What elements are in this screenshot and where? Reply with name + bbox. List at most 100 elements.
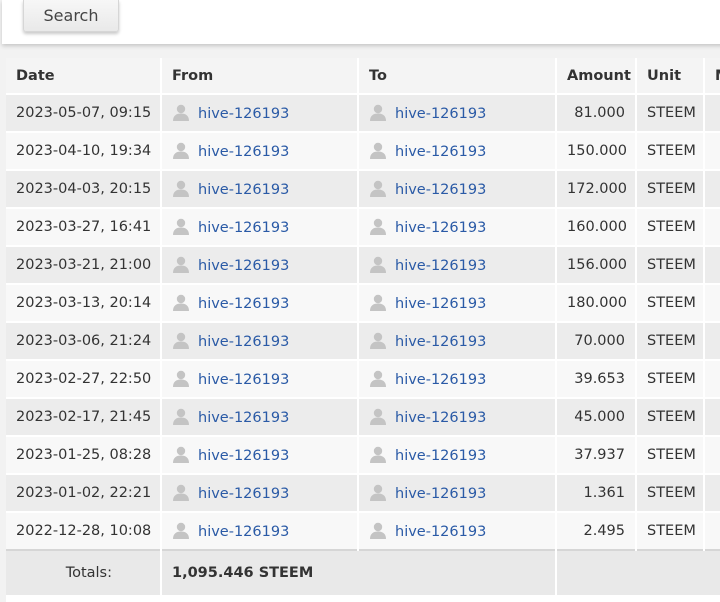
user-icon <box>369 256 387 273</box>
to-account-link[interactable]: hive-126193 <box>395 296 486 312</box>
cell-unit: STEEM <box>636 245 705 284</box>
cell-unit: STEEM <box>636 207 705 246</box>
cell-unit: STEEM <box>636 321 705 360</box>
user-icon <box>172 180 190 197</box>
cell-date: 2023-04-10, 19:34 <box>6 131 162 170</box>
cell-from: hive-126193 <box>161 473 359 512</box>
cell-to: hive-126193 <box>358 397 557 436</box>
to-account-link[interactable]: hive-126193 <box>395 334 486 350</box>
cell-to: hive-126193 <box>358 435 557 474</box>
table-body: 2023-05-07, 09:15 hive-126193 hive-126193 8… <box>6 93 720 550</box>
user-icon <box>369 370 387 387</box>
cell-memo <box>704 321 720 360</box>
table-row: 2023-03-21, 21:00 hive-126193 hive-126193 1… <box>6 245 720 284</box>
user-icon <box>172 142 190 159</box>
totals-label: Totals: <box>6 549 162 595</box>
cell-date: 2023-05-07, 09:15 <box>6 93 162 132</box>
from-account-link[interactable]: hive-126193 <box>198 410 289 426</box>
to-account-link[interactable]: hive-126193 <box>395 524 486 540</box>
from-account-link[interactable]: hive-126193 <box>198 486 289 502</box>
column-header-to[interactable]: To <box>358 58 557 94</box>
table-row: 2023-02-27, 22:50 hive-126193 hive-126193 3… <box>6 359 720 398</box>
cell-from: hive-126193 <box>161 359 359 398</box>
transfers-table: Date From To Amount Unit M 2023-05-07, 0… <box>6 58 720 595</box>
from-account-link[interactable]: hive-126193 <box>198 524 289 540</box>
cell-to: hive-126193 <box>358 245 557 284</box>
cell-unit: STEEM <box>636 473 705 512</box>
user-icon <box>172 522 190 539</box>
cell-unit: STEEM <box>636 169 705 208</box>
to-account-link[interactable]: hive-126193 <box>395 182 486 198</box>
to-account-link[interactable]: hive-126193 <box>395 372 486 388</box>
cell-memo <box>704 207 720 246</box>
cell-to: hive-126193 <box>358 93 557 132</box>
to-account-link[interactable]: hive-126193 <box>395 258 486 274</box>
cell-amount: 1.361 <box>556 473 637 512</box>
user-icon <box>172 370 190 387</box>
table-row: 2023-04-03, 20:15 hive-126193 hive-126193 1… <box>6 169 720 208</box>
cell-amount: 2.495 <box>556 511 637 550</box>
search-panel: Search <box>2 0 720 44</box>
user-icon <box>172 446 190 463</box>
cell-date: 2023-02-17, 21:45 <box>6 397 162 436</box>
cell-unit: STEEM <box>636 283 705 322</box>
cell-date: 2023-01-02, 22:21 <box>6 473 162 512</box>
to-account-link[interactable]: hive-126193 <box>395 144 486 160</box>
column-header-date[interactable]: Date <box>6 58 162 94</box>
search-button[interactable]: Search <box>23 0 119 32</box>
cell-memo <box>704 473 720 512</box>
cell-unit: STEEM <box>636 511 705 550</box>
cell-amount: 156.000 <box>556 245 637 284</box>
cell-amount: 172.000 <box>556 169 637 208</box>
table-row: 2023-03-13, 20:14 hive-126193 hive-126193 1… <box>6 283 720 322</box>
cell-date: 2023-04-03, 20:15 <box>6 169 162 208</box>
totals-row: Totals: 1,095.446 STEEM <box>6 549 720 595</box>
cell-from: hive-126193 <box>161 397 359 436</box>
from-account-link[interactable]: hive-126193 <box>198 106 289 122</box>
cell-to: hive-126193 <box>358 131 557 170</box>
column-header-memo[interactable]: M <box>704 58 720 94</box>
cell-unit: STEEM <box>636 359 705 398</box>
to-account-link[interactable]: hive-126193 <box>395 448 486 464</box>
column-header-unit[interactable]: Unit <box>636 58 705 94</box>
from-account-link[interactable]: hive-126193 <box>198 448 289 464</box>
user-icon <box>369 142 387 159</box>
cell-amount: 81.000 <box>556 93 637 132</box>
column-header-from[interactable]: From <box>161 58 359 94</box>
to-account-link[interactable]: hive-126193 <box>395 410 486 426</box>
cell-date: 2022-12-28, 10:08 <box>6 511 162 550</box>
from-account-link[interactable]: hive-126193 <box>198 182 289 198</box>
to-account-link[interactable]: hive-126193 <box>395 220 486 236</box>
from-account-link[interactable]: hive-126193 <box>198 144 289 160</box>
user-icon <box>369 522 387 539</box>
cell-memo <box>704 283 720 322</box>
cell-to: hive-126193 <box>358 283 557 322</box>
user-icon <box>369 104 387 121</box>
to-account-link[interactable]: hive-126193 <box>395 486 486 502</box>
column-header-amount[interactable]: Amount <box>556 58 637 94</box>
from-account-link[interactable]: hive-126193 <box>198 334 289 350</box>
table-row: 2023-03-06, 21:24 hive-126193 hive-126193 7… <box>6 321 720 360</box>
from-account-link[interactable]: hive-126193 <box>198 220 289 236</box>
to-account-link[interactable]: hive-126193 <box>395 106 486 122</box>
user-icon <box>172 408 190 425</box>
cell-memo <box>704 169 720 208</box>
table-header-row: Date From To Amount Unit M <box>6 58 720 94</box>
from-account-link[interactable]: hive-126193 <box>198 372 289 388</box>
user-icon <box>172 484 190 501</box>
cell-from: hive-126193 <box>161 283 359 322</box>
user-icon <box>369 408 387 425</box>
from-account-link[interactable]: hive-126193 <box>198 258 289 274</box>
cell-memo <box>704 131 720 170</box>
from-account-link[interactable]: hive-126193 <box>198 296 289 312</box>
totals-filler <box>556 549 720 595</box>
cell-date: 2023-03-06, 21:24 <box>6 321 162 360</box>
transfers-table-container: Date From To Amount Unit M 2023-05-07, 0… <box>6 58 720 602</box>
cell-date: 2023-02-27, 22:50 <box>6 359 162 398</box>
cell-from: hive-126193 <box>161 245 359 284</box>
cell-memo <box>704 435 720 474</box>
cell-date: 2023-03-27, 16:41 <box>6 207 162 246</box>
cell-date: 2023-03-21, 21:00 <box>6 245 162 284</box>
table-row: 2023-05-07, 09:15 hive-126193 hive-126193 8… <box>6 93 720 132</box>
user-icon <box>369 446 387 463</box>
